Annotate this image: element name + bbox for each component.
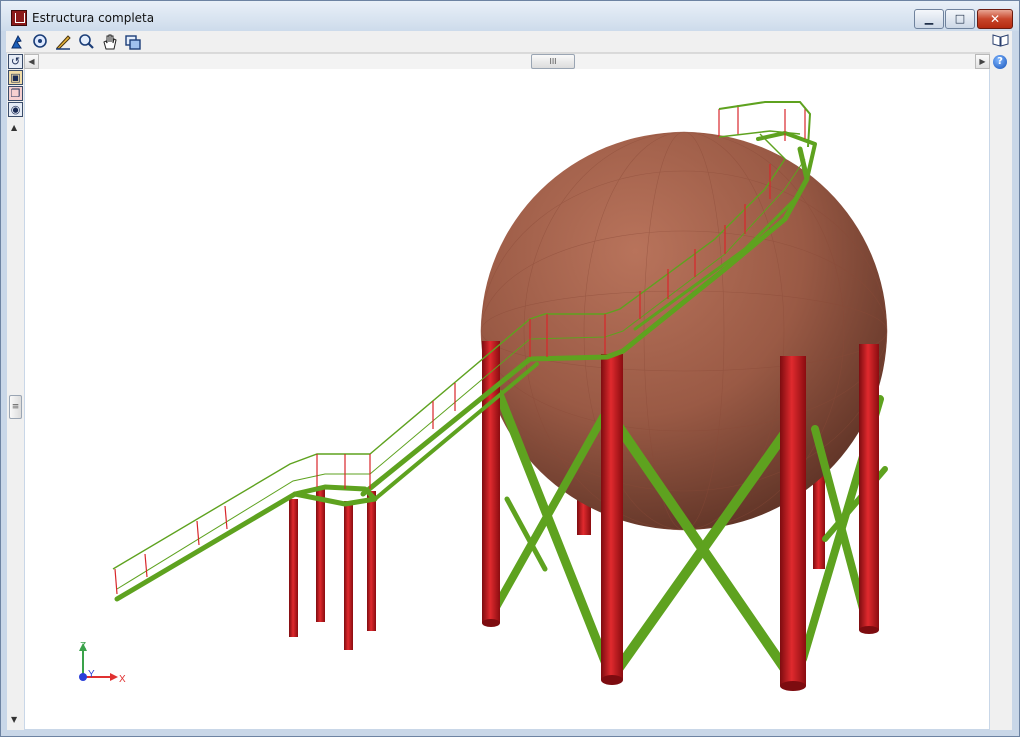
scroll-right-button[interactable]: ▶: [975, 54, 990, 69]
visibility-icon[interactable]: ◉: [8, 102, 23, 117]
window-title: Estructura completa: [32, 11, 155, 25]
3d-viewport[interactable]: Z Y X: [25, 69, 989, 729]
right-toolbar: ?: [990, 31, 1012, 730]
column-front-right: [780, 356, 806, 686]
pan-hand-icon[interactable]: [101, 33, 118, 50]
minimize-icon: ▁: [924, 12, 934, 25]
close-icon: ✕: [989, 12, 1001, 26]
platform-columns: [289, 487, 376, 650]
column-far-right: [859, 344, 879, 630]
maximize-icon: □: [954, 12, 966, 25]
top-toolbar: [6, 31, 1012, 53]
cube-view-icon[interactable]: ▣: [8, 70, 23, 85]
column-front-center: [601, 354, 623, 680]
views-icon[interactable]: [124, 33, 141, 50]
book-icon[interactable]: [992, 33, 1009, 47]
select-tool-icon[interactable]: [9, 33, 26, 50]
rotate-icon[interactable]: ↺: [8, 54, 23, 69]
layers-view-icon[interactable]: ❐: [8, 86, 23, 101]
scroll-down-arrow-icon[interactable]: ▼: [11, 715, 17, 724]
edit-pen-icon[interactable]: [55, 33, 72, 50]
zoom-icon[interactable]: [78, 33, 95, 50]
close-button[interactable]: ✕: [977, 9, 1013, 29]
minimize-button[interactable]: ▁: [914, 9, 944, 29]
y-axis-label: Y: [88, 669, 95, 680]
maximize-button[interactable]: □: [945, 9, 975, 29]
scroll-up-arrow-icon[interactable]: ▲: [11, 123, 17, 132]
zoom-window-icon[interactable]: [32, 33, 49, 50]
y-axis-dot: [79, 673, 87, 681]
horizontal-scroll-thumb[interactable]: III: [531, 54, 575, 69]
vertical-scroll-thumb[interactable]: ≡: [9, 395, 22, 419]
axis-indicator: Z Y X: [79, 641, 126, 685]
x-axis-label: X: [119, 674, 126, 685]
structure-drawing: Z Y X: [79, 101, 888, 691]
scroll-left-button[interactable]: ◀: [24, 54, 39, 69]
help-icon[interactable]: ?: [993, 55, 1007, 69]
z-axis-label: Z: [80, 641, 86, 652]
title-bar[interactable]: Estructura completa ▁ □ ✕: [1, 1, 1019, 31]
app-icon: [11, 10, 27, 26]
left-toolbar: ↺ ▣ ❐ ◉ ▲ ≡ ▼: [7, 53, 24, 730]
horizontal-scrollbar[interactable]: ◀ III ▶: [23, 53, 991, 70]
